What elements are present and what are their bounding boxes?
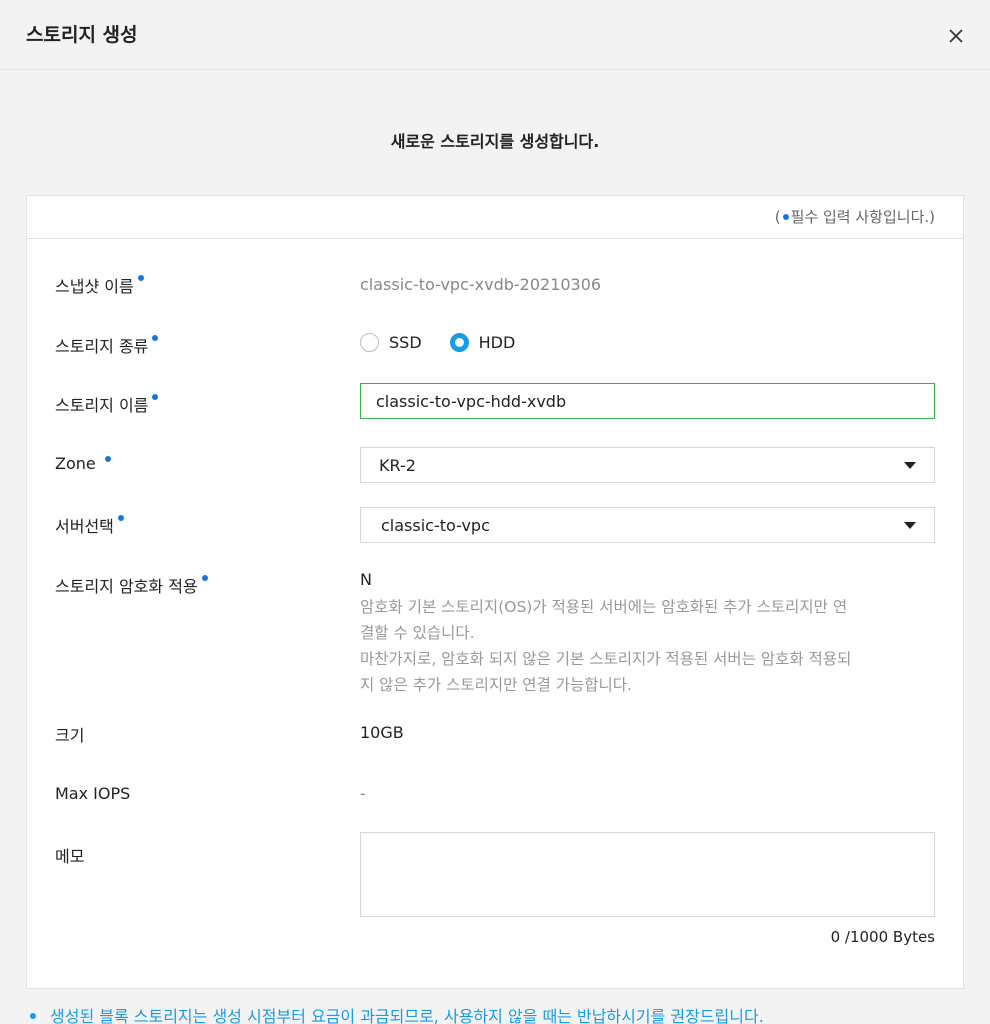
page-subtitle: 새로운 스토리지를 생성합니다. [390, 132, 600, 151]
server-label: 서버선택 [55, 513, 124, 537]
encryption-description: 암호화 기본 스토리지(OS)가 적용된 서버에는 암호화된 추가 스토리지만 … [360, 598, 852, 694]
bullet-icon [30, 1013, 36, 1019]
required-dot-icon [117, 515, 124, 521]
close-icon[interactable] [944, 24, 968, 48]
required-dot-icon [201, 575, 208, 581]
snapshot-name-label: 스냅샷 이름 [55, 273, 144, 297]
zone-select[interactable]: KR-2 [360, 447, 935, 483]
required-dot-icon [152, 394, 159, 400]
storage-type-radio-group: SSD HDD [360, 333, 543, 352]
required-dot-icon [782, 213, 789, 220]
server-select[interactable]: classic-to-vpc [360, 507, 935, 543]
storage-name-input[interactable] [360, 383, 935, 419]
max-iops-label: Max IOPS [55, 784, 131, 803]
storage-name-label: 스토리지 이름 [55, 392, 159, 416]
zone-label: Zone [55, 454, 111, 473]
radio-ssd-circle[interactable] [360, 333, 379, 352]
required-note: (필수 입력 사항입니다.) [774, 208, 935, 226]
required-dot-icon [152, 335, 159, 341]
encryption-label: 스토리지 암호화 적용 [55, 573, 208, 597]
memo-label: 메모 [55, 847, 85, 866]
required-dot-icon [104, 456, 111, 462]
dialog-header: 스토리지 생성 [0, 0, 990, 70]
radio-hdd-circle[interactable] [449, 333, 469, 352]
required-dot-icon [137, 275, 144, 281]
memo-textarea[interactable] [360, 832, 935, 917]
dialog-title: 스토리지 생성 [26, 24, 138, 46]
billing-note: 생성된 블록 스토리지는 생성 시점부터 요금이 과금되므로, 사용하지 않을 … [30, 1003, 764, 1024]
radio-hdd[interactable]: HDD [449, 333, 515, 352]
radio-ssd[interactable]: SSD [360, 333, 422, 352]
chevron-down-icon [904, 522, 916, 529]
size-label: 크기 [55, 726, 85, 745]
snapshot-name-value: classic-to-vpc-xvdb-20210306 [360, 275, 602, 294]
byte-count: 0 /1000 Bytes [830, 928, 935, 946]
max-iops-value: - [360, 784, 366, 803]
chevron-down-icon [904, 462, 916, 469]
size-value: 10GB [360, 723, 404, 742]
divider [27, 238, 963, 239]
storage-type-label: 스토리지 종류 [55, 333, 159, 357]
form-card: (필수 입력 사항입니다.) 스냅샷 이름 classic-to-vpc-xvd… [26, 195, 964, 989]
encryption-value: N [360, 570, 372, 589]
